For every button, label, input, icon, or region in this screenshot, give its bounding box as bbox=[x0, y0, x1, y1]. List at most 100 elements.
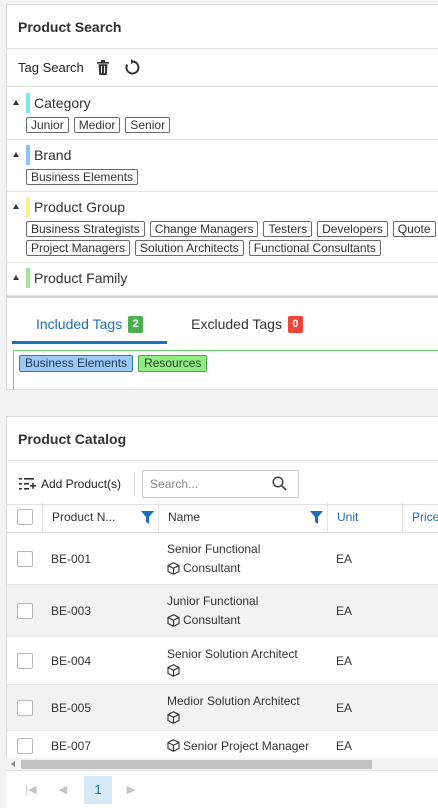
tab-included-tags[interactable]: Included Tags 2 bbox=[12, 304, 168, 344]
tag-chip[interactable]: Solution Architects bbox=[135, 240, 244, 256]
price-cell bbox=[402, 533, 438, 584]
collapse-caret-icon[interactable] bbox=[13, 100, 19, 105]
select-all-checkbox[interactable] bbox=[16, 509, 33, 525]
row-select-cell bbox=[7, 685, 42, 730]
table-row[interactable]: BE-004 Senior Solution Architect EA bbox=[7, 637, 438, 685]
column-header-label: Name bbox=[168, 510, 201, 524]
toolbar-divider bbox=[134, 471, 136, 496]
product-name-text: Consultant bbox=[183, 560, 241, 575]
grid-header-row: Product N... Name Unit Price bbox=[7, 501, 438, 533]
product-number-cell: BE-005 bbox=[51, 700, 92, 715]
row-checkbox[interactable] bbox=[16, 699, 33, 716]
brand-color-bar bbox=[26, 145, 30, 165]
previous-page-icon[interactable]: ◀ bbox=[52, 783, 74, 796]
row-select-cell bbox=[7, 533, 42, 584]
table-row[interactable]: BE-005 Medior Solution Architect EA bbox=[7, 685, 438, 731]
product-box-icon bbox=[167, 663, 180, 677]
add-products-button[interactable]: Add Product(s) bbox=[19, 476, 121, 491]
column-header-unit[interactable]: Unit bbox=[327, 501, 402, 533]
row-checkbox[interactable] bbox=[16, 550, 33, 567]
product-name-cell: Senior Project Manager bbox=[158, 731, 327, 760]
search-icon[interactable] bbox=[272, 476, 287, 491]
product-group-color-bar bbox=[26, 197, 30, 217]
included-count-badge: 2 bbox=[128, 315, 144, 333]
tag-chip[interactable]: Project Managers bbox=[26, 240, 131, 256]
product-name-text: Senior Functional bbox=[167, 541, 261, 556]
price-cell bbox=[402, 637, 438, 684]
product-grid: Product N... Name Unit Price BE-001 Seni… bbox=[7, 501, 438, 761]
scrollbar-thumb[interactable] bbox=[21, 760, 372, 769]
tag-chip[interactable]: Functional Consultants bbox=[248, 240, 381, 256]
refresh-icon[interactable] bbox=[124, 59, 142, 77]
tab-label: Excluded Tags bbox=[191, 316, 282, 332]
product-name-cell: Medior Solution Architect bbox=[158, 685, 327, 730]
catalog-search-input[interactable] bbox=[150, 476, 273, 491]
group-name[interactable]: Product Group bbox=[34, 199, 125, 215]
horizontal-scrollbar[interactable] bbox=[6, 758, 438, 770]
tag-chip[interactable]: Testers bbox=[263, 221, 313, 237]
collapse-caret-icon[interactable] bbox=[13, 204, 19, 209]
table-row[interactable]: BE-007 Senior Project Manager EA bbox=[7, 731, 438, 761]
tag-chip-list: Business Strategists Change Managers Tes… bbox=[7, 218, 438, 256]
tab-label: Included Tags bbox=[36, 316, 123, 332]
collapse-caret-icon[interactable] bbox=[13, 152, 19, 157]
pager: |◀ ◀ 1 ▶ bbox=[6, 770, 438, 808]
unit-cell: EA bbox=[336, 653, 353, 668]
column-header-product-number[interactable]: Product N... bbox=[42, 501, 158, 533]
row-checkbox[interactable] bbox=[16, 652, 33, 669]
included-tags-dropzone[interactable]: Business Elements Resources bbox=[13, 350, 438, 389]
product-name-cell: Senior Functional Consultant bbox=[158, 533, 327, 584]
add-list-icon bbox=[19, 478, 36, 490]
product-number-cell: BE-003 bbox=[51, 603, 92, 618]
group-name[interactable]: Category bbox=[34, 95, 91, 111]
tag-group-product-group: Product Group Business Strategists Chang… bbox=[7, 192, 438, 263]
selected-tag[interactable]: Resources bbox=[138, 355, 208, 372]
catalog-search-box[interactable] bbox=[142, 469, 300, 498]
product-box-icon bbox=[167, 739, 180, 752]
product-name-text: Senior Solution Architect bbox=[167, 646, 298, 661]
scroll-left-arrow-icon[interactable] bbox=[11, 761, 15, 767]
collapse-caret-icon[interactable] bbox=[13, 275, 19, 280]
table-row[interactable]: BE-001 Senior Functional Consultant EA bbox=[7, 533, 438, 585]
row-checkbox[interactable] bbox=[16, 737, 33, 754]
trash-icon[interactable] bbox=[94, 59, 112, 77]
column-header-label: Unit bbox=[337, 510, 359, 524]
row-checkbox[interactable] bbox=[16, 602, 33, 619]
product-catalog-panel: Product Catalog Add Product(s) Product N… bbox=[6, 416, 438, 808]
tag-chip[interactable]: Business Elements bbox=[26, 169, 139, 185]
product-family-color-bar bbox=[26, 268, 30, 288]
tag-chip[interactable]: Medior bbox=[73, 117, 121, 133]
tag-chip[interactable]: Junior bbox=[26, 117, 69, 133]
group-name[interactable]: Product Family bbox=[34, 270, 127, 286]
tab-excluded-tags[interactable]: Excluded Tags 0 bbox=[167, 304, 327, 344]
filter-icon[interactable] bbox=[141, 510, 154, 524]
table-row[interactable]: BE-003 Junior Functional Consultant EA bbox=[7, 585, 438, 637]
product-box-icon bbox=[167, 613, 180, 627]
tag-chip[interactable]: Developers bbox=[317, 221, 388, 237]
filter-icon[interactable] bbox=[310, 510, 323, 524]
product-search-title: Product Search bbox=[7, 5, 438, 49]
product-name-cell: Senior Solution Architect bbox=[158, 637, 327, 684]
selected-tag[interactable]: Business Elements bbox=[19, 355, 134, 372]
price-cell bbox=[402, 731, 438, 760]
first-page-icon[interactable]: |◀ bbox=[20, 783, 42, 796]
price-cell bbox=[402, 585, 438, 636]
unit-cell: EA bbox=[336, 551, 353, 566]
category-color-bar bbox=[26, 93, 30, 113]
next-page-icon[interactable]: ▶ bbox=[120, 783, 142, 796]
unit-cell: EA bbox=[336, 738, 353, 753]
tag-chip[interactable]: Change Managers bbox=[149, 221, 259, 237]
product-box-icon bbox=[167, 710, 180, 724]
current-page-button[interactable]: 1 bbox=[84, 775, 112, 804]
tag-chip[interactable]: Senior bbox=[125, 117, 171, 133]
group-name[interactable]: Brand bbox=[34, 147, 71, 163]
product-name-text: Junior Functional bbox=[167, 593, 259, 608]
tag-chip-list: Junior Medior Senior bbox=[7, 114, 438, 133]
column-header-name[interactable]: Name bbox=[158, 501, 327, 533]
unit-cell: EA bbox=[336, 603, 353, 618]
tag-chip[interactable]: Quote bbox=[392, 221, 436, 237]
tag-chip[interactable]: Business Strategists bbox=[26, 221, 145, 237]
tag-group-list: Category Junior Medior Senior Brand Busi… bbox=[7, 88, 438, 296]
product-search-panel: Product Search Tag Search Category Junio… bbox=[6, 4, 438, 390]
column-header-price[interactable]: Price bbox=[402, 501, 438, 533]
